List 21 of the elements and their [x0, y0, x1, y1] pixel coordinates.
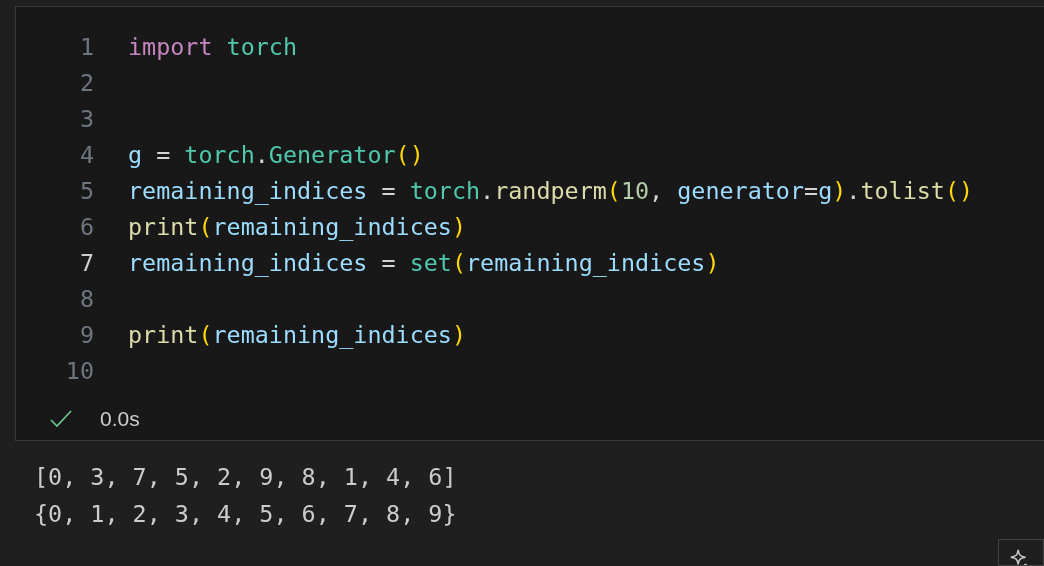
line-number: 1	[78, 32, 94, 63]
line-number: 7	[78, 248, 94, 279]
line-number: 8	[78, 284, 94, 315]
line-number: 9	[78, 320, 94, 351]
line-number: 6	[78, 212, 94, 243]
line-number: 2	[78, 68, 94, 99]
sparkle-button[interactable]	[998, 539, 1044, 566]
line-number: 10	[64, 356, 94, 387]
code-line: print(remaining_indices)	[128, 212, 466, 243]
line-number: 4	[78, 140, 94, 171]
output-line: [0, 3, 7, 5, 2, 9, 8, 1, 4, 6]	[34, 462, 458, 493]
line-number: 3	[78, 104, 94, 135]
output-line: {0, 1, 2, 3, 4, 5, 6, 7, 8, 9}	[34, 499, 458, 530]
code-line: g = torch.Generator()	[128, 140, 424, 171]
line-number: 5	[78, 176, 94, 207]
code-line: print(remaining_indices)	[128, 320, 466, 351]
code-line: remaining_indices = set(remaining_indices)	[128, 248, 720, 279]
code-line: import torch	[128, 32, 297, 63]
code-cell[interactable]	[15, 6, 1044, 441]
execution-time: 0.0s	[100, 407, 140, 431]
code-line: remaining_indices = torch.randperm(10, generator=g).tolist()	[128, 176, 974, 207]
